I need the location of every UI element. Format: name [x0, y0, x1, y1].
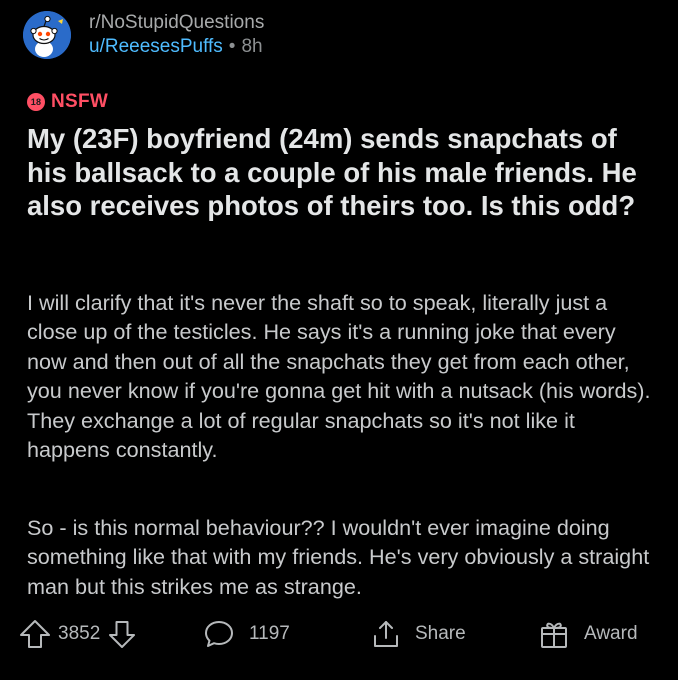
share-icon: [371, 619, 401, 649]
share-label: Share: [415, 623, 466, 644]
post-body-paragraph-1: I will clarify that it's never the shaft…: [27, 290, 651, 463]
meta-separator: •: [228, 36, 236, 57]
post-action-bar: 3852 1197 Share Award: [0, 614, 678, 654]
upvote-count: 3852: [58, 623, 101, 644]
comments-button[interactable]: 1197: [203, 614, 290, 654]
post-age: 8h: [241, 36, 263, 57]
award-button[interactable]: Award: [538, 614, 638, 654]
share-button[interactable]: Share: [371, 614, 466, 654]
author-line: u/ReeesesPuffs • 8h: [89, 35, 264, 59]
subreddit-link[interactable]: r/NoStupidQuestions: [89, 11, 264, 35]
username-link[interactable]: u/ReeesesPuffs: [89, 36, 223, 57]
arrow-up-icon[interactable]: [18, 619, 52, 649]
post-meta: r/NoStupidQuestions u/ReeesesPuffs • 8h: [89, 11, 264, 59]
nsfw-18-icon: 18: [27, 93, 45, 111]
snoo-avatar-icon[interactable]: [23, 11, 71, 59]
post-body-paragraph-2: So - is this normal behaviour?? I wouldn…: [27, 515, 650, 599]
nsfw-label: NSFW: [51, 91, 109, 112]
post-header: r/NoStupidQuestions u/ReeesesPuffs • 8h: [23, 11, 264, 59]
nsfw-tag: 18 NSFW: [27, 91, 108, 113]
post-title[interactable]: My (23F) boyfriend (24m) sends snapchats…: [27, 122, 657, 223]
gift-icon: [538, 618, 570, 650]
comment-bubble-icon: [203, 619, 235, 649]
vote-group: 3852: [18, 614, 137, 654]
arrow-down-icon[interactable]: [107, 619, 137, 649]
comment-count: 1197: [249, 623, 290, 644]
award-label: Award: [584, 623, 638, 644]
